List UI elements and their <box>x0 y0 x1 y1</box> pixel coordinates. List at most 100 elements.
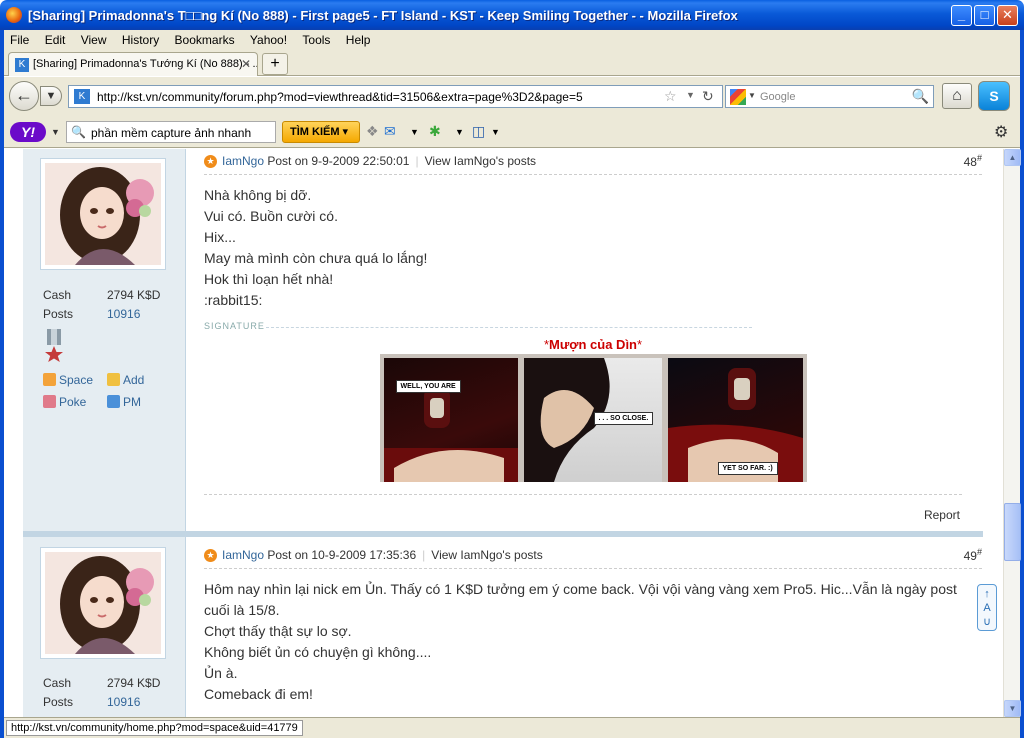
post-line: :rabbit15: <box>204 292 263 308</box>
pm-link[interactable]: PM <box>107 391 171 413</box>
post-line: Comeback đi em! <box>204 686 313 702</box>
tab-strip: K [Sharing] Primadonna's Tướng Kí (No 88… <box>4 50 1020 76</box>
menu-edit[interactable]: Edit <box>39 30 72 47</box>
avatar-image <box>45 163 161 265</box>
view-posts-link[interactable]: View IamNgo's posts <box>431 548 542 562</box>
minimize-button[interactable]: _ <box>951 5 972 26</box>
online-status-icon: ★ <box>204 549 217 562</box>
bookmarks-dropdown-icon[interactable]: ▼ <box>491 127 500 137</box>
menu-history[interactable]: History <box>116 30 165 47</box>
yahoo-search-button[interactable]: TÌM KIẾM ▾ <box>282 121 360 143</box>
guitar-illustration <box>383 388 518 482</box>
arrow-up-icon: ↑ <box>984 588 990 600</box>
space-link[interactable]: Space <box>43 369 107 391</box>
tab-label: [Sharing] Primadonna's Tướng Kí (No 888)… <box>33 58 258 70</box>
vertical-scrollbar[interactable]: ▲ ▼ <box>1003 149 1021 717</box>
meta-divider: | <box>422 548 426 562</box>
address-bar[interactable]: K http://kst.vn/community/forum.php?mod=… <box>68 85 723 108</box>
search-bar[interactable]: ▼ Google 🔍 <box>725 85 934 108</box>
avatar-image <box>45 552 161 654</box>
mail-icon[interactable]: ✉ <box>384 123 396 140</box>
menu-help[interactable]: Help <box>340 30 377 47</box>
add-friend-link[interactable]: Add <box>107 369 171 391</box>
scrollbar-thumb[interactable] <box>1004 503 1021 561</box>
widget-dropdown-icon[interactable]: ▼ <box>455 127 464 137</box>
widget-icon[interactable]: ✱ <box>429 123 441 140</box>
cash-value: 2794 K$D <box>107 288 161 302</box>
post-message: Nhà không bị dỡ. Vui có. Buồn cười có. H… <box>204 175 982 311</box>
posts-label: Posts <box>43 307 74 321</box>
site-favicon-icon: K <box>74 89 90 104</box>
reload-icon[interactable]: ↻ <box>702 88 714 105</box>
yahoo-dropdown-icon[interactable]: ▼ <box>51 127 60 137</box>
cash-label: Cash <box>43 288 72 302</box>
forward-button[interactable]: ▼ <box>40 86 62 106</box>
tab-close-icon[interactable]: ✕ <box>241 57 251 71</box>
new-tab-button[interactable]: + <box>262 53 288 75</box>
menu-tools[interactable]: Tools <box>296 30 336 47</box>
search-icon[interactable]: 🔍 <box>912 88 929 105</box>
comic-panel: YET SO FAR. :) <box>667 358 803 482</box>
close-button[interactable]: ✕ <box>997 5 1018 26</box>
scroll-down-icon[interactable]: ▼ <box>1004 700 1021 717</box>
report-link[interactable]: Report <box>924 508 960 522</box>
history-dropdown-icon[interactable]: ▼ <box>686 90 695 100</box>
posts-count-link[interactable]: 10916 <box>107 695 140 709</box>
forward-arrow-icon: ▼ <box>45 90 57 102</box>
post-content: ★ IamNgo Post on 10-9-2009 17:35:36 | View… <box>204 537 982 705</box>
skype-icon: S <box>989 88 999 104</box>
poke-link[interactable]: Poke <box>43 391 107 413</box>
post-line: Hix... <box>204 229 236 245</box>
home-icon <box>43 373 56 386</box>
poke-icon <box>43 395 56 408</box>
scroll-up-icon[interactable]: ▲ <box>1004 149 1021 166</box>
google-engine-icon[interactable] <box>730 89 746 105</box>
cash-label: Cash <box>43 676 72 690</box>
yahoo-search-field[interactable]: 🔍 phần mềm capture ảnh nhanh <box>66 121 276 143</box>
avatar[interactable] <box>40 158 166 270</box>
forum-post: Cash 2794 K$D Posts 10916 ★ IamNgo Post on… <box>23 537 1003 717</box>
menu-view[interactable]: View <box>75 30 113 47</box>
yahoo-search-input[interactable]: phần mềm capture ảnh nhanh <box>91 126 251 140</box>
author-link[interactable]: IamNgo <box>222 154 264 168</box>
signature-title: *Mượn của Dìn* <box>543 337 643 352</box>
bookmark-star-icon[interactable]: ☆ <box>664 88 677 105</box>
scroll-to-top-button[interactable]: ↑ A ∪ <box>977 584 997 631</box>
posts-count-link[interactable]: 10916 <box>107 307 140 321</box>
back-button[interactable]: ← <box>9 81 39 111</box>
bookmarks-icon[interactable]: ◫ <box>472 123 485 140</box>
gear-icon[interactable]: ⚙ <box>994 122 1008 142</box>
home-button[interactable]: ⌂ <box>942 83 972 109</box>
post-header: ★ IamNgo Post on 9-9-2009 22:50:01 | View … <box>204 149 982 175</box>
yahoo-logo-icon[interactable]: Y! <box>10 122 46 142</box>
author-link[interactable]: IamNgo <box>222 548 264 562</box>
post-line: Ủn à. <box>204 665 238 681</box>
maximize-button[interactable]: □ <box>974 5 995 26</box>
author-actions: Space Add Poke PM <box>43 369 171 413</box>
skype-button[interactable]: S <box>978 81 1010 111</box>
address-url[interactable]: http://kst.vn/community/forum.php?mod=vi… <box>97 90 583 104</box>
post-message: Hôm nay nhìn lại nick em Ủn. Thấy có 1 K… <box>204 569 982 705</box>
avatar[interactable] <box>40 547 166 659</box>
posts-label: Posts <box>43 695 74 709</box>
tab-active[interactable]: K [Sharing] Primadonna's Tướng Kí (No 88… <box>8 52 258 76</box>
toolbar-separator-icon: ❖ <box>366 123 379 139</box>
signature-rule <box>266 327 752 328</box>
menu-yahoo[interactable]: Yahoo! <box>244 30 293 47</box>
speech-bubble: . . . SO CLOSE. <box>593 412 654 425</box>
mail-dropdown-icon[interactable]: ▼ <box>410 127 419 137</box>
post-floor-number[interactable]: 49# <box>964 547 982 563</box>
search-input[interactable]: Google <box>760 91 795 103</box>
post-meta: IamNgo Post on 9-9-2009 22:50:01 | View Ia… <box>222 154 536 168</box>
add-friend-icon <box>107 373 120 386</box>
window-title: [Sharing] Primadonna's T□□ng Kí (No 888)… <box>28 8 738 23</box>
online-status-icon: ★ <box>204 155 217 168</box>
menu-file[interactable]: File <box>4 30 35 47</box>
engine-dropdown-icon[interactable]: ▼ <box>748 91 756 100</box>
menu-bookmarks[interactable]: Bookmarks <box>169 30 241 47</box>
cash-value: 2794 K$D <box>107 676 161 690</box>
post-content: ★ IamNgo Post on 9-9-2009 22:50:01 | View … <box>204 149 982 522</box>
post-floor-number[interactable]: 48# <box>964 153 982 169</box>
post-footer-rule <box>204 494 962 495</box>
view-posts-link[interactable]: View IamNgo's posts <box>425 154 536 168</box>
